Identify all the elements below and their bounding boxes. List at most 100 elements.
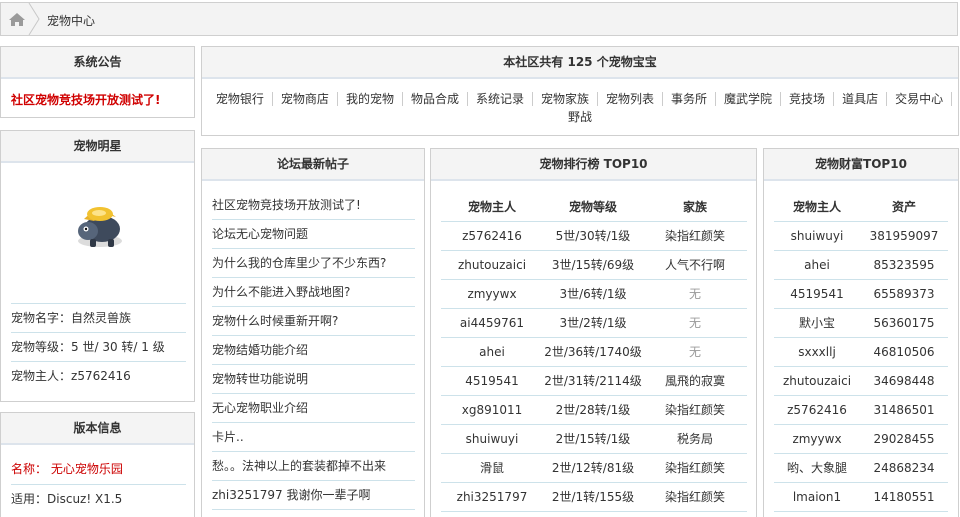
- menu-item-shop[interactable]: 道具店: [834, 92, 888, 106]
- table-row: 滑鼠 2世/12转/81级 染指红颜笑: [441, 453, 747, 483]
- breadcrumb-current[interactable]: 宠物中心: [47, 12, 95, 29]
- column-header: 宠物主人: [774, 192, 860, 222]
- version-apply-label: 适用：: [11, 492, 48, 506]
- pet-level: 2世/31转/2114级: [543, 366, 643, 396]
- table-row: shuiwuyi 381959097: [774, 221, 948, 251]
- forum-post-link[interactable]: zhi3251797 我谢你一辈子啊: [212, 481, 415, 510]
- table-row: zhi3251797 2世/1转/155级 染指红颜笑: [441, 482, 747, 512]
- notice-panel: 系统公告 社区宠物竞技场开放测试了!: [0, 46, 195, 118]
- wealth-ranking-panel-title: 宠物财富TOP10: [764, 149, 958, 181]
- family-name: 无: [643, 308, 747, 338]
- wealth-ranking-table: 宠物主人 资产 shuiwuyi 381959097 ahei 85323595 4…: [774, 192, 948, 512]
- owner-link[interactable]: zmyywx: [774, 424, 860, 454]
- pet-level: 3世/15转/69级: [543, 250, 643, 280]
- forum-post-link[interactable]: 宠物转世功能说明: [212, 365, 415, 394]
- owner-link[interactable]: 4519541: [441, 366, 543, 396]
- menu-system-log[interactable]: 系统记录: [467, 92, 533, 106]
- table-row: zhutouzaici 34698448: [774, 366, 948, 396]
- pet-level: 2世/1转/155级: [543, 482, 643, 512]
- forum-post-link[interactable]: 为什么我的仓库里少了不少东西?: [212, 249, 415, 278]
- family-name: 无: [643, 279, 747, 309]
- menu-my-pet[interactable]: 我的宠物: [337, 92, 403, 106]
- owner-link[interactable]: lmaion1: [774, 482, 860, 512]
- menu-pet-list[interactable]: 宠物列表: [598, 92, 664, 106]
- forum-post-link[interactable]: 愁。。法神以上的套装都掉不出来: [212, 452, 415, 481]
- menu-trade-center[interactable]: 交易中心: [887, 92, 953, 106]
- owner-link[interactable]: 4519541: [774, 279, 860, 309]
- owner-link[interactable]: sxxxllj: [774, 337, 860, 367]
- forum-post-link[interactable]: 宠物什么时候重新开啊?: [212, 307, 415, 336]
- breadcrumb: 宠物中心: [0, 2, 958, 36]
- table-row: 默小宝 56360175: [774, 308, 948, 338]
- notice-link[interactable]: 社区宠物竞技场开放测试了!: [1, 79, 194, 108]
- version-name-value: 无心宠物乐园: [50, 462, 123, 476]
- owner-link[interactable]: 哟、大象腿: [774, 453, 860, 483]
- pet-name-value: 自然灵兽族: [71, 311, 132, 325]
- column-header: 宠物主人: [441, 192, 543, 222]
- asset-value: 381959097: [860, 221, 948, 251]
- table-row: ahei 85323595: [774, 250, 948, 280]
- column-header: 宠物等级: [543, 192, 643, 222]
- pet-count: 125: [567, 55, 593, 69]
- owner-link[interactable]: ai4459761: [441, 308, 543, 338]
- table-row: ai4459761 3世/2转/1级无: [441, 308, 747, 338]
- table-header-row: 宠物主人 资产: [774, 192, 948, 222]
- forum-post-link[interactable]: 社区宠物竞技场开放测试了!: [212, 191, 415, 220]
- pet-owner-value[interactable]: z5762416: [71, 369, 131, 383]
- owner-link[interactable]: ahei: [441, 337, 543, 367]
- pet-level: 3世/6转/1级: [543, 279, 643, 309]
- pet-level: 2世/15转/1级: [543, 424, 643, 454]
- forum-post-link[interactable]: 论坛无心宠物问题: [212, 220, 415, 249]
- menu-arena[interactable]: 竞技场: [781, 92, 835, 106]
- owner-link[interactable]: zhutouzaici: [441, 250, 543, 280]
- family-name[interactable]: 人气不行啊: [643, 250, 747, 280]
- owner-link[interactable]: 默小宝: [774, 308, 860, 338]
- pet-ranking-panel: 宠物排行榜 TOP10 宠物主人 宠物等级 家族 z5762416 5世/30转/…: [430, 148, 757, 517]
- menu-item-synthesis[interactable]: 物品合成: [402, 92, 468, 106]
- pet-ranking-panel-title: 宠物排行榜 TOP10: [431, 149, 756, 181]
- owner-link[interactable]: zmyywx: [441, 279, 543, 309]
- summary-panel: 本社区共有 125 个宠物宝宝 宠物银行 宠物商店 我的宠物 物品合成 系统记录 宠物家族…: [201, 46, 959, 136]
- notice-panel-title: 系统公告: [1, 47, 194, 79]
- menu-office[interactable]: 事务所: [663, 92, 717, 106]
- home-icon: [9, 13, 25, 26]
- menu-magic-academy[interactable]: 魔武学院: [716, 92, 782, 106]
- menu-pet-family[interactable]: 宠物家族: [532, 92, 598, 106]
- table-row: zhutouzaici 3世/15转/69级 人气不行啊: [441, 250, 747, 280]
- family-name[interactable]: 染指红颜笑: [643, 395, 747, 425]
- version-apply-value: Discuz! X1.5: [47, 492, 123, 506]
- version-panel: 版本信息 名称： 无心宠物乐园 适用：Discuz! X1.5: [0, 412, 195, 517]
- table-row: lmaion1 14180551: [774, 482, 948, 512]
- owner-link[interactable]: xg891011: [441, 395, 543, 425]
- owner-link[interactable]: z5762416: [774, 395, 860, 425]
- family-name[interactable]: 染指红颜笑: [643, 482, 747, 512]
- family-name[interactable]: 風飛的寂寞: [643, 366, 747, 396]
- forum-post-link[interactable]: 为什么不能进入野战地图?: [212, 278, 415, 307]
- version-name-label: 名称：: [11, 462, 48, 476]
- column-header: 家族: [643, 192, 747, 222]
- family-name[interactable]: 税务局: [643, 424, 747, 454]
- pet-owner-label: 宠物主人：: [11, 369, 72, 383]
- menu-pet-bank[interactable]: 宠物银行: [207, 92, 273, 106]
- owner-link[interactable]: zhi3251797: [441, 482, 543, 512]
- family-name[interactable]: 染指红颜笑: [643, 221, 747, 251]
- owner-link[interactable]: zhutouzaici: [774, 366, 860, 396]
- table-row: sxxxllj 46810506: [774, 337, 948, 367]
- owner-link[interactable]: shuiwuyi: [441, 424, 543, 454]
- pet-level-label: 宠物等级：: [11, 340, 72, 354]
- pet-level: 3世/2转/1级: [543, 308, 643, 338]
- owner-link[interactable]: z5762416: [441, 221, 543, 251]
- pet-level: 2世/28转/1级: [543, 395, 643, 425]
- asset-value: 65589373: [860, 279, 948, 309]
- asset-value: 14180551: [860, 482, 948, 512]
- menu-field-battle[interactable]: 野战: [560, 110, 600, 124]
- forum-post-link[interactable]: 宠物结婚功能介绍: [212, 336, 415, 365]
- owner-link[interactable]: 滑鼠: [441, 453, 543, 483]
- forum-post-link[interactable]: 无心宠物职业介绍: [212, 394, 415, 423]
- owner-link[interactable]: shuiwuyi: [774, 221, 860, 251]
- forum-post-link[interactable]: 卡片..: [212, 423, 415, 452]
- family-name[interactable]: 染指红颜笑: [643, 453, 747, 483]
- menu-pet-shop[interactable]: 宠物商店: [272, 92, 338, 106]
- owner-link[interactable]: ahei: [774, 250, 860, 280]
- pet-image[interactable]: [74, 201, 126, 249]
